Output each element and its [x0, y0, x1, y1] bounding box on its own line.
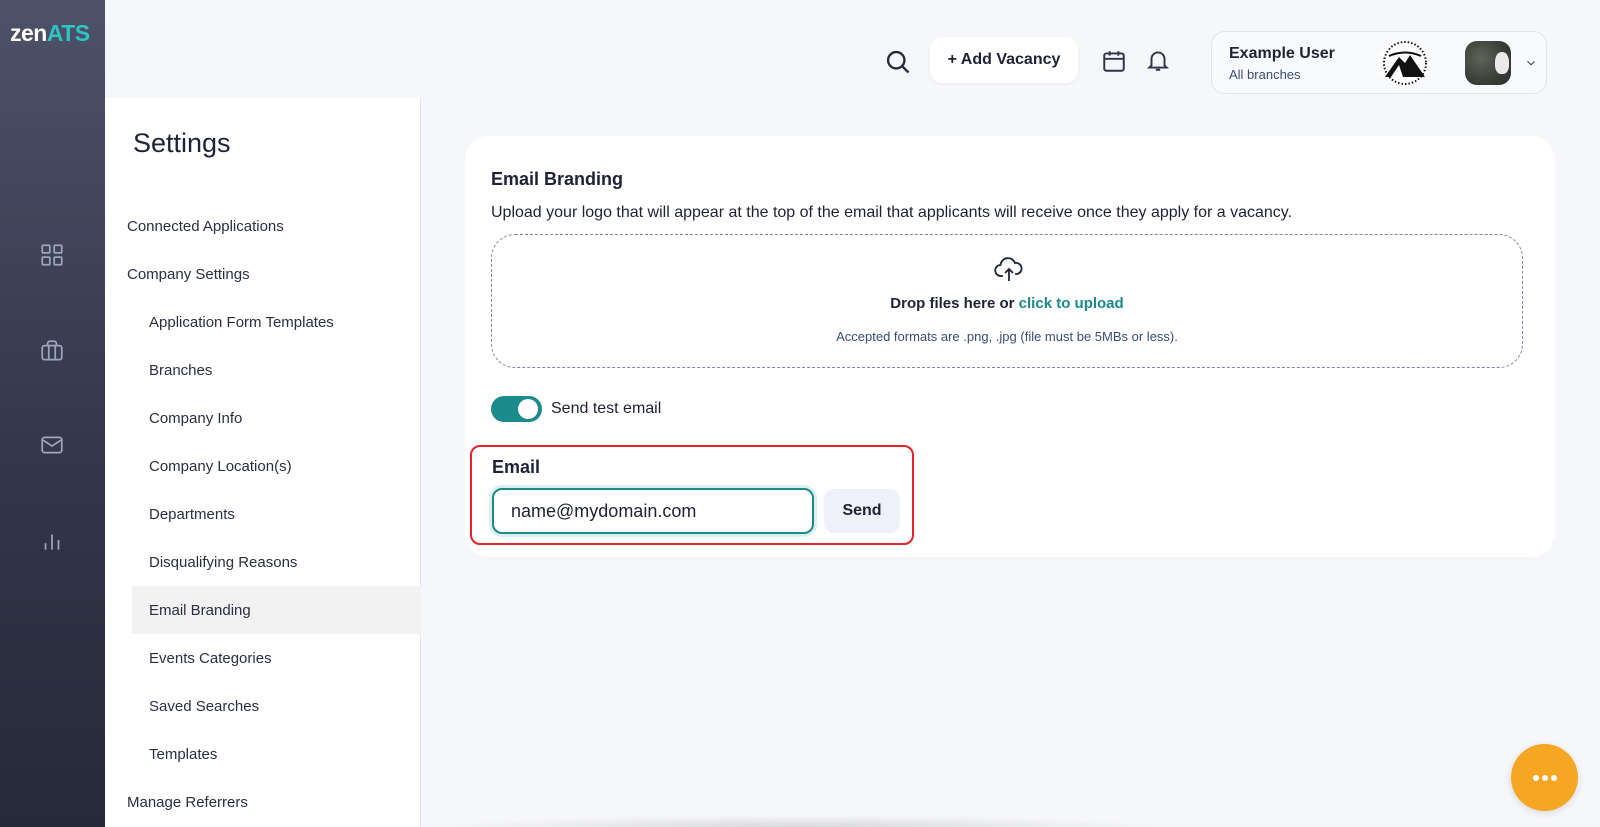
more-actions-button[interactable] [1511, 744, 1578, 811]
email-branding-card: Email Branding Upload your logo that wil… [465, 136, 1555, 557]
avatar [1465, 41, 1511, 85]
chart-icon[interactable] [38, 527, 66, 555]
email-label: Email [492, 457, 541, 477]
company-logo [1377, 41, 1433, 85]
settings-item-branches[interactable]: Branches [132, 346, 421, 394]
settings-item-saved-searches[interactable]: Saved Searches [132, 682, 421, 730]
settings-item-company-info[interactable]: Company Info [132, 394, 421, 442]
settings-item-events-categories[interactable]: Events Categories [132, 634, 421, 682]
email-input[interactable] [492, 488, 814, 534]
settings-item-connected-applications[interactable]: Connected Applications [127, 202, 417, 250]
settings-item-departments[interactable]: Departments [132, 490, 421, 538]
chevron-down-icon[interactable] [1524, 56, 1538, 70]
settings-sidebar: Settings Connected Applications Company … [105, 98, 421, 827]
settings-item-disqualifying-reasons[interactable]: Disqualifying Reasons [132, 538, 421, 586]
send-test-email-toggle[interactable] [491, 396, 542, 422]
user-menu[interactable]: Example User All branches [1211, 31, 1547, 94]
user-name: Example User [1229, 45, 1335, 62]
section-description: Upload your logo that will appear at the… [491, 204, 1293, 221]
send-button[interactable]: Send [824, 489, 900, 533]
app-logo[interactable]: zenATS [10, 20, 90, 47]
page-title: Settings [133, 128, 231, 158]
accepted-formats-text: Accepted formats are .png, .jpg (file mu… [836, 329, 1178, 344]
cloud-upload-icon [994, 256, 1024, 284]
ellipsis-icon [1532, 774, 1557, 781]
settings-item-templates[interactable]: Templates [132, 730, 421, 778]
send-test-email-label: Send test email [551, 400, 662, 417]
bell-icon[interactable] [1145, 47, 1173, 75]
click-to-upload-link[interactable]: click to upload [1019, 295, 1124, 312]
briefcase-icon[interactable] [38, 337, 66, 365]
bottom-shadow [430, 815, 1170, 827]
drop-text: Drop files here or click to upload [890, 295, 1124, 312]
settings-item-manage-referrers[interactable]: Manage Referrers [127, 778, 417, 826]
calendar-icon[interactable] [1101, 48, 1129, 76]
user-branch: All branches [1229, 67, 1301, 82]
section-title: Email Branding [491, 169, 624, 189]
settings-item-email-branding[interactable]: Email Branding [132, 586, 421, 634]
left-rail: zenATS [0, 0, 105, 827]
settings-item-company-settings[interactable]: Company Settings [127, 250, 417, 298]
search-icon[interactable] [884, 48, 914, 78]
add-vacancy-button[interactable]: + Add Vacancy [930, 37, 1078, 83]
dashboard-icon[interactable] [38, 241, 66, 269]
mail-icon[interactable] [38, 431, 66, 459]
file-dropzone[interactable]: Drop files here or click to upload Accep… [491, 234, 1523, 368]
test-email-section: Email Send [470, 445, 914, 545]
settings-item-application-form-templates[interactable]: Application Form Templates [132, 298, 421, 346]
settings-item-company-locations[interactable]: Company Location(s) [132, 442, 421, 490]
